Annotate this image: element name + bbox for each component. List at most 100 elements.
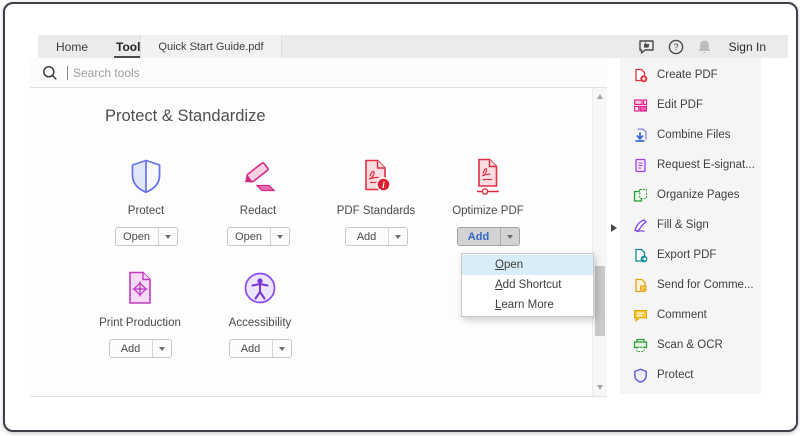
sidebar-item-comment[interactable]: Comment xyxy=(620,300,761,330)
tool-label-print-production: Print Production xyxy=(99,317,181,329)
sidebar-item-request-esignatures[interactable]: Request E-signat... xyxy=(620,150,761,180)
comment-icon xyxy=(634,309,647,322)
optimize-pdf-add-action[interactable]: Add xyxy=(458,228,501,245)
caret-down-icon xyxy=(278,346,285,351)
organize-pages-icon xyxy=(633,188,648,202)
tool-card-accessibility: Accessibility Add xyxy=(204,268,316,358)
sidebar-item-label: Edit PDF xyxy=(657,99,704,111)
print-production-dropdown-toggle[interactable] xyxy=(153,340,171,357)
sidebar-item-export-pdf[interactable]: Export PDF xyxy=(620,240,761,270)
optimize-pdf-dropdown-toggle[interactable] xyxy=(501,228,519,245)
sidebar-item-edit-pdf[interactable]: Edit PDF xyxy=(620,90,761,120)
accessibility-dropdown-toggle[interactable] xyxy=(273,340,291,357)
caret-down-icon xyxy=(394,234,401,239)
search-icon xyxy=(42,65,58,81)
optimize-pdf-context-menu: Open Add Shortcut Learn More xyxy=(461,253,594,317)
tools-panel: Protect & Standardize Protect Open Redac… xyxy=(30,88,607,397)
tool-label-redact: Redact xyxy=(239,205,277,217)
print-production-icon[interactable] xyxy=(124,268,156,308)
tab-home[interactable]: Home xyxy=(48,35,96,58)
caret-down-icon xyxy=(276,234,283,239)
create-pdf-icon xyxy=(635,68,648,82)
accessibility-add-button[interactable]: Add xyxy=(228,339,292,358)
protect-shield-icon[interactable] xyxy=(130,156,162,196)
pdf-standards-icon[interactable]: i xyxy=(359,156,393,196)
menu-item-add-shortcut[interactable]: Add Shortcut xyxy=(462,275,593,295)
edit-pdf-icon xyxy=(634,98,648,112)
optimize-pdf-add-button[interactable]: Add xyxy=(456,227,520,246)
svg-text:i: i xyxy=(382,181,385,191)
help-icon[interactable]: ? xyxy=(668,39,684,55)
print-production-add-button[interactable]: Add xyxy=(108,339,172,358)
protect-shield-small-icon xyxy=(634,368,647,383)
request-esignatures-icon xyxy=(635,158,646,172)
accessibility-add-action[interactable]: Add xyxy=(230,340,273,357)
sidebar-item-send-for-comments[interactable]: Send for Comme... xyxy=(620,270,761,300)
protect-dropdown-toggle[interactable] xyxy=(159,228,177,245)
svg-text:?: ? xyxy=(673,42,678,52)
sidebar-item-protect[interactable]: Protect xyxy=(620,360,761,390)
text-cursor xyxy=(67,65,68,80)
sign-in-button[interactable]: Sign In xyxy=(729,40,766,54)
search-input[interactable] xyxy=(71,64,607,81)
sidebar-item-create-pdf[interactable]: Create PDF xyxy=(620,60,761,90)
section-title: Protect & Standardize xyxy=(105,107,266,125)
sidebar-item-label: Combine Files xyxy=(657,129,731,141)
search-bar xyxy=(30,58,607,88)
notifications-bell-icon[interactable] xyxy=(697,39,712,55)
scroll-up-arrow-icon[interactable] xyxy=(597,94,603,99)
sidebar-item-label: Protect xyxy=(657,369,694,381)
export-pdf-icon xyxy=(635,248,648,262)
tool-card-print-production: Print Production Add xyxy=(84,268,196,358)
tool-label-pdf-standards: PDF Standards xyxy=(336,205,416,217)
topbar-right-cluster: ? Sign In xyxy=(638,35,788,58)
sidebar-item-label: Send for Comme... xyxy=(657,279,754,291)
sidebar-collapse-handle[interactable] xyxy=(608,220,620,236)
send-for-comments-icon xyxy=(635,278,647,292)
sidebar-item-label: Create PDF xyxy=(657,69,718,81)
sidebar-item-scan-ocr[interactable]: Scan & OCR xyxy=(620,330,761,360)
protect-open-action[interactable]: Open xyxy=(116,228,159,245)
menu-item-learn-more[interactable]: Learn More xyxy=(462,295,593,315)
tool-label-optimize-pdf: Optimize PDF xyxy=(452,205,524,217)
top-tab-bar: Home Tools Quick Start Guide.pdf ? Sign … xyxy=(38,35,788,58)
tab-document[interactable]: Quick Start Guide.pdf xyxy=(140,35,282,58)
redact-dropdown-toggle[interactable] xyxy=(271,228,289,245)
caret-down-icon xyxy=(158,346,165,351)
pdf-standards-add-action[interactable]: Add xyxy=(346,228,389,245)
optimize-pdf-icon[interactable] xyxy=(471,156,505,196)
sidebar-item-organize-pages[interactable]: Organize Pages xyxy=(620,180,761,210)
redact-marker-icon[interactable] xyxy=(240,156,277,196)
pdf-standards-dropdown-toggle[interactable] xyxy=(389,228,407,245)
scroll-down-arrow-icon[interactable] xyxy=(597,385,603,390)
caret-down-icon xyxy=(164,234,171,239)
sidebar-item-label: Scan & OCR xyxy=(657,339,723,351)
print-production-add-action[interactable]: Add xyxy=(110,340,153,357)
tab-document-label: Quick Start Guide.pdf xyxy=(158,40,264,53)
fill-sign-icon xyxy=(634,218,647,232)
sidebar-item-label: Request E-signat... xyxy=(657,159,755,171)
sidebar-item-combine-files[interactable]: Combine Files xyxy=(620,120,761,150)
caret-down-icon xyxy=(506,234,513,239)
sidebar-item-fill-sign[interactable]: Fill & Sign xyxy=(620,210,761,240)
menu-item-open[interactable]: Open xyxy=(462,255,593,275)
right-tools-sidebar: Create PDF Edit PDF Combine Files Reques… xyxy=(620,58,761,394)
scan-ocr-icon xyxy=(633,338,648,352)
redact-open-action[interactable]: Open xyxy=(228,228,271,245)
sidebar-item-label: Fill & Sign xyxy=(657,219,709,231)
pdf-standards-add-button[interactable]: Add xyxy=(344,227,408,246)
feedback-icon[interactable] xyxy=(638,39,655,55)
tool-card-protect: Protect Open xyxy=(90,156,202,246)
app-window: Home Tools Quick Start Guide.pdf ? Sign … xyxy=(3,2,798,432)
redact-open-button[interactable]: Open xyxy=(226,227,290,246)
sidebar-item-label: Export PDF xyxy=(657,249,717,261)
accessibility-icon[interactable] xyxy=(243,268,277,308)
sidebar-item-label: Organize Pages xyxy=(657,189,740,201)
protect-open-button[interactable]: Open xyxy=(114,227,178,246)
tool-card-pdf-standards: i PDF Standards Add xyxy=(320,156,432,246)
chevron-right-icon xyxy=(611,224,617,232)
vertical-scrollbar[interactable] xyxy=(592,88,607,396)
tool-label-protect: Protect xyxy=(127,205,165,217)
sidebar-item-label: Comment xyxy=(657,309,707,321)
scrollbar-thumb[interactable] xyxy=(595,266,605,336)
